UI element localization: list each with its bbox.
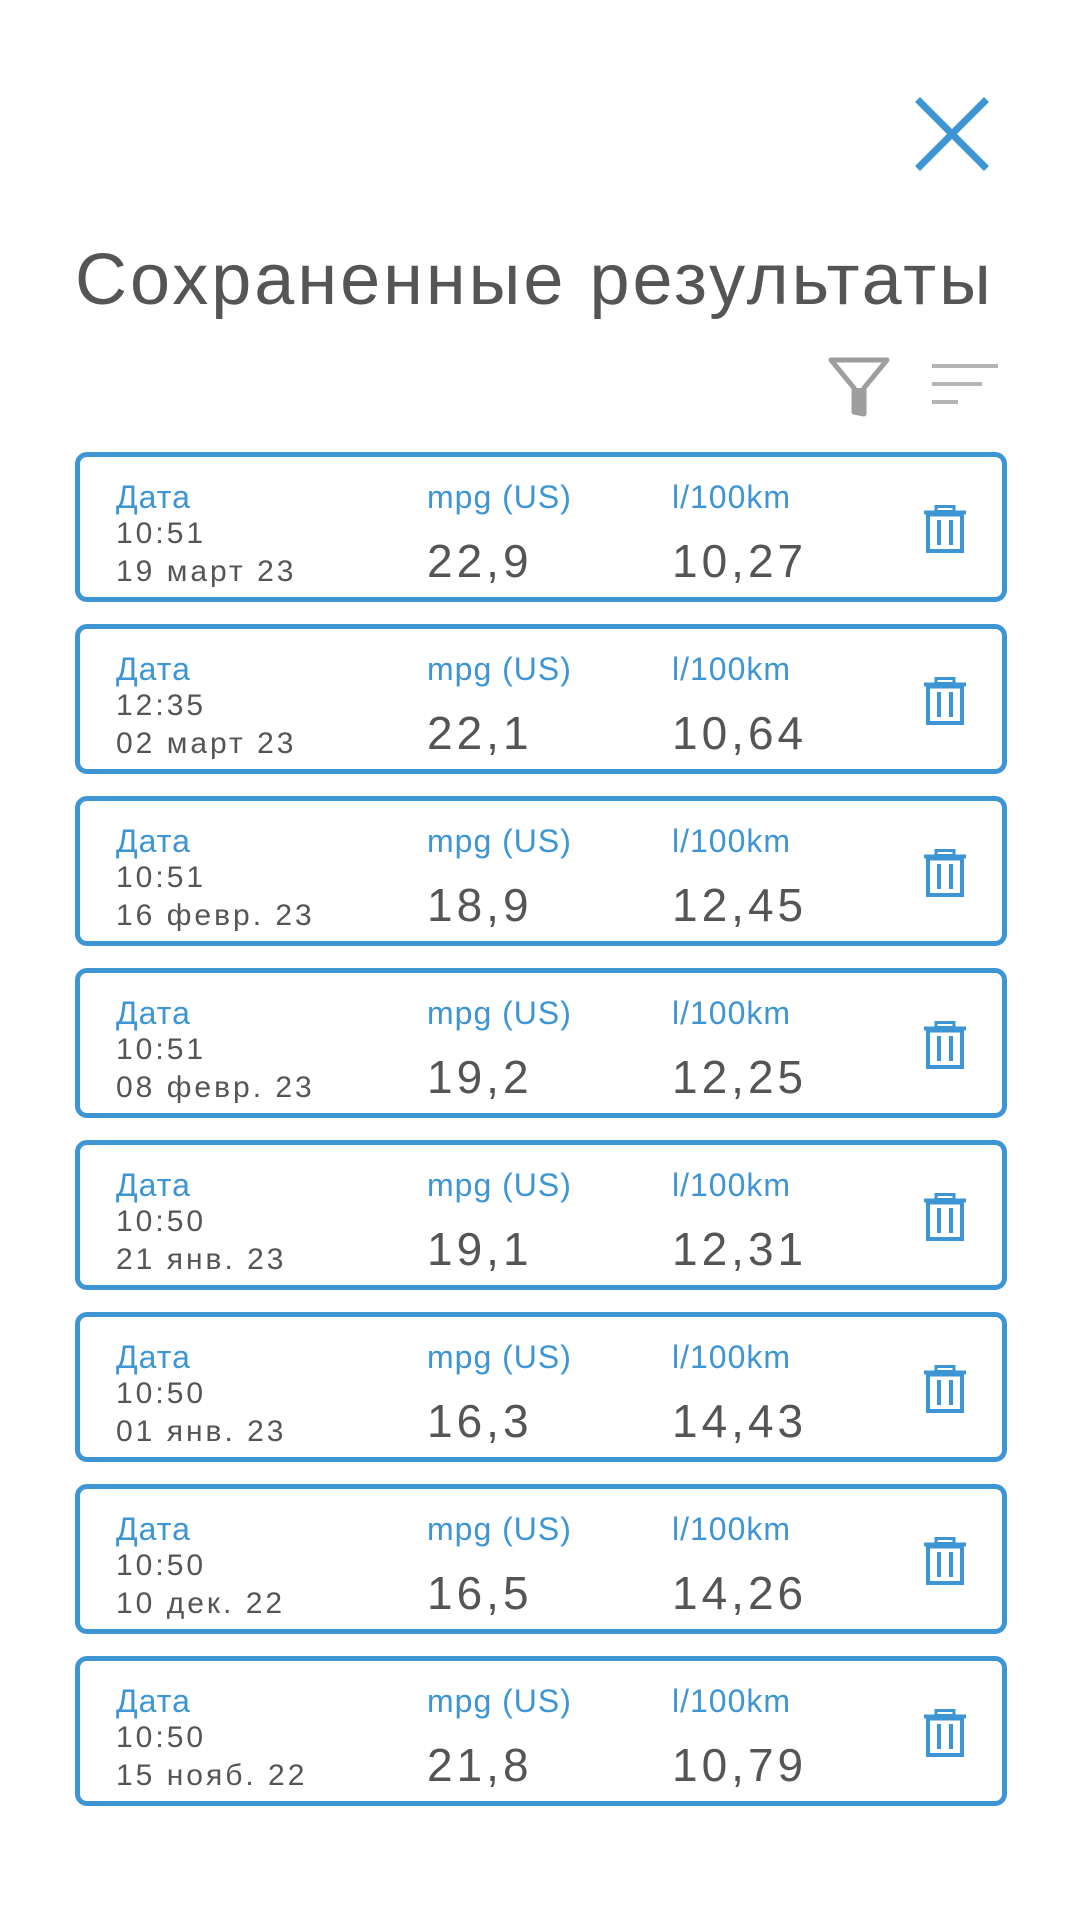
delete-button[interactable] [923,849,967,897]
result-card: Дата 10:50 01 янв. 23 mpg (US) 16,3 l/10… [75,1312,1007,1462]
trash-icon [924,1193,966,1241]
trash-icon [924,1365,966,1413]
result-date: 01 янв. 23 [116,1415,287,1448]
result-date: 21 янв. 23 [116,1243,287,1276]
mpg-label: mpg (US) [427,1167,572,1203]
mpg-label: mpg (US) [427,1683,572,1719]
mpg-value: 16,5 [427,1567,533,1619]
page-title: Сохраненные результаты [75,240,994,320]
delete-button[interactable] [923,505,967,553]
delete-button[interactable] [923,1193,967,1241]
l100km-value: 12,31 [672,1223,808,1275]
result-date: 19 март 23 [116,555,297,588]
l100km-label: l/100km [672,1339,792,1375]
result-time: 10:50 [116,1377,207,1410]
result-date: 15 нояб. 22 [116,1759,308,1792]
date-label: Дата [116,1339,191,1375]
l100km-value: 14,43 [672,1395,808,1447]
l100km-value: 10,64 [672,707,808,759]
l100km-value: 10,27 [672,535,808,587]
trash-icon [924,849,966,897]
trash-icon [924,1709,966,1757]
mpg-label: mpg (US) [427,823,572,859]
mpg-label: mpg (US) [427,1511,572,1547]
l100km-label: l/100km [672,1683,792,1719]
delete-button[interactable] [923,1537,967,1585]
result-date: 10 дек. 22 [116,1587,286,1620]
result-card: Дата 10:51 16 февр. 23 mpg (US) 18,9 l/1… [75,796,1007,946]
l100km-value: 14,26 [672,1567,808,1619]
saved-results-screen: Сохраненные результаты Дата 10:51 19 мар… [0,0,1080,1920]
close-icon [915,97,989,171]
results-list: Дата 10:51 19 март 23 mpg (US) 22,9 l/10… [75,452,1007,1828]
l100km-label: l/100km [672,479,792,515]
mpg-value: 18,9 [427,879,533,931]
l100km-label: l/100km [672,1167,792,1203]
result-time: 10:51 [116,1033,207,1066]
l100km-value: 10,79 [672,1739,808,1791]
result-card: Дата 10:50 10 дек. 22 mpg (US) 16,5 l/10… [75,1484,1007,1634]
mpg-value: 19,2 [427,1051,533,1103]
date-label: Дата [116,1167,191,1203]
l100km-value: 12,45 [672,879,808,931]
result-time: 12:35 [116,689,207,722]
date-label: Дата [116,995,191,1031]
date-label: Дата [116,1511,191,1547]
result-time: 10:50 [116,1721,207,1754]
l100km-value: 12,25 [672,1051,808,1103]
result-date: 08 февр. 23 [116,1071,315,1104]
mpg-label: mpg (US) [427,651,572,687]
result-time: 10:50 [116,1205,207,1238]
delete-button[interactable] [923,677,967,725]
result-date: 16 февр. 23 [116,899,315,932]
delete-button[interactable] [923,1365,967,1413]
result-card: Дата 12:35 02 март 23 mpg (US) 22,1 l/10… [75,624,1007,774]
close-button[interactable] [912,94,992,174]
date-label: Дата [116,479,191,515]
result-date: 02 март 23 [116,727,297,760]
sort-button[interactable] [932,360,998,410]
mpg-label: mpg (US) [427,995,572,1031]
trash-icon [924,677,966,725]
trash-icon [924,1021,966,1069]
result-time: 10:51 [116,861,207,894]
trash-icon [924,505,966,553]
mpg-value: 21,8 [427,1739,533,1791]
result-card: Дата 10:50 15 нояб. 22 mpg (US) 21,8 l/1… [75,1656,1007,1806]
result-time: 10:50 [116,1549,207,1582]
mpg-label: mpg (US) [427,1339,572,1375]
filter-icon [828,357,890,417]
mpg-value: 22,9 [427,535,533,587]
l100km-label: l/100km [672,651,792,687]
delete-button[interactable] [923,1709,967,1757]
filter-button[interactable] [828,356,890,418]
delete-button[interactable] [923,1021,967,1069]
result-time: 10:51 [116,517,207,550]
date-label: Дата [116,1683,191,1719]
l100km-label: l/100km [672,1511,792,1547]
result-card: Дата 10:51 19 март 23 mpg (US) 22,9 l/10… [75,452,1007,602]
date-label: Дата [116,823,191,859]
l100km-label: l/100km [672,823,792,859]
mpg-value: 16,3 [427,1395,533,1447]
result-card: Дата 10:51 08 февр. 23 mpg (US) 19,2 l/1… [75,968,1007,1118]
mpg-value: 22,1 [427,707,533,759]
date-label: Дата [116,651,191,687]
l100km-label: l/100km [672,995,792,1031]
mpg-label: mpg (US) [427,479,572,515]
mpg-value: 19,1 [427,1223,533,1275]
trash-icon [924,1537,966,1585]
result-card: Дата 10:50 21 янв. 23 mpg (US) 19,1 l/10… [75,1140,1007,1290]
sort-icon [932,364,998,404]
